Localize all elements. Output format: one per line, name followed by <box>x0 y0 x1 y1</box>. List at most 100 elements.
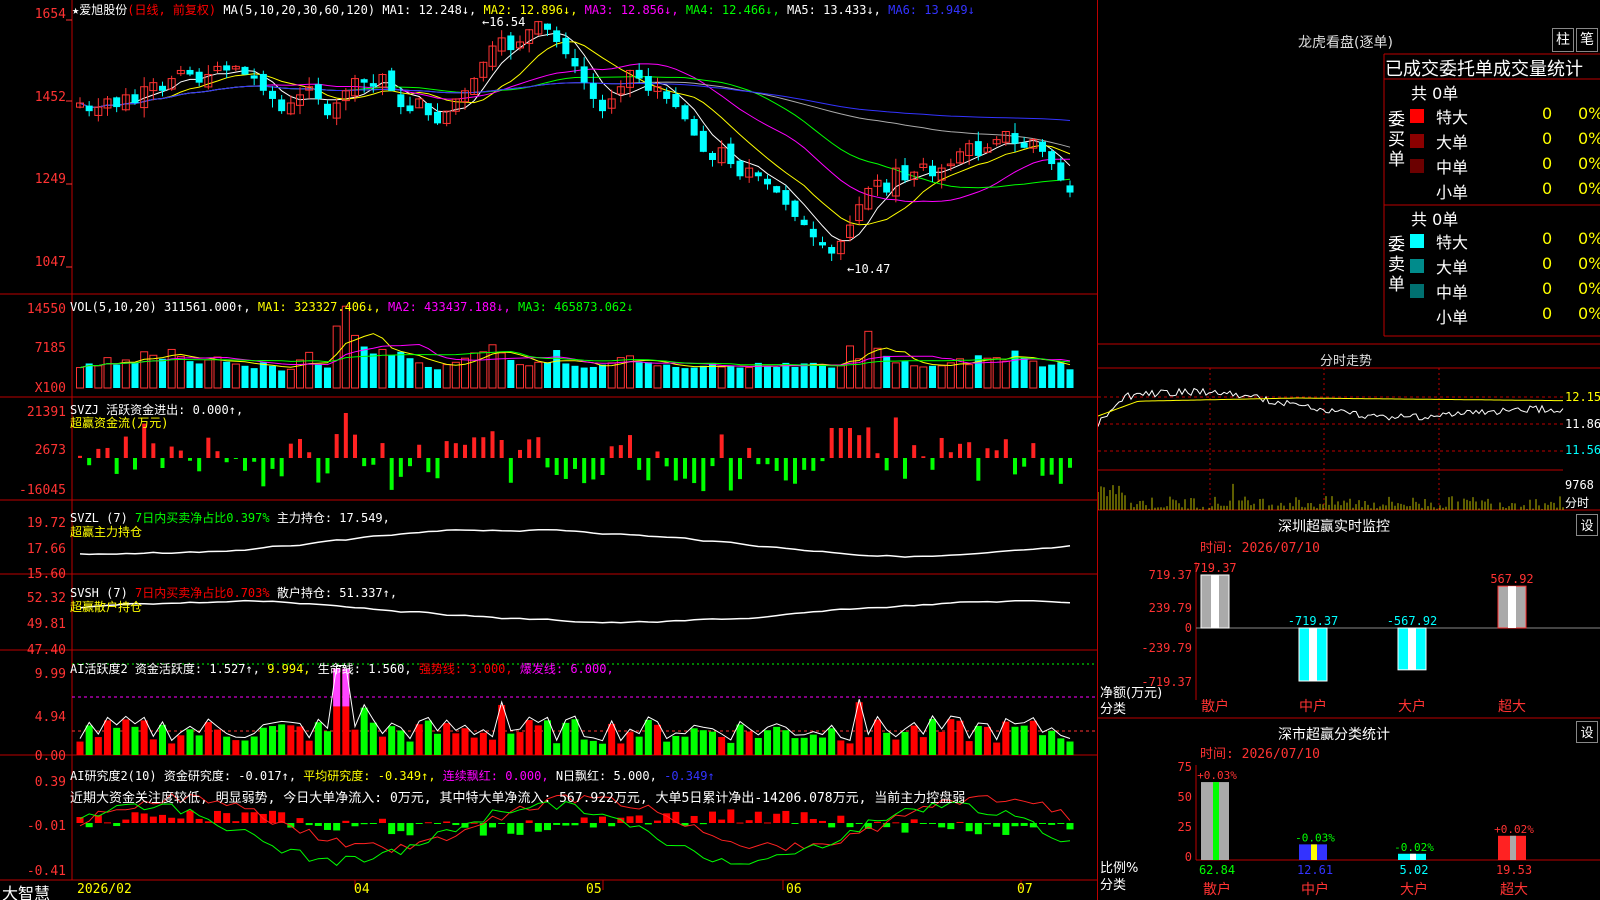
flow-bar <box>197 458 202 472</box>
ma4-line <box>79 76 1071 189</box>
flow-bar <box>802 458 807 470</box>
activity-bar <box>736 724 744 755</box>
flow-bar <box>206 437 211 458</box>
candle-body <box>1057 162 1065 181</box>
activity-bar <box>773 726 781 755</box>
volume-bar <box>819 364 826 388</box>
flow-bar <box>389 458 394 490</box>
ai-active-header: AI活跃度2 资金活跃度: 1.527↑, 9.994, 生命线: 1.560,… <box>70 660 614 677</box>
volume-bar <box>745 367 754 389</box>
monitor-value-label: -719.37 <box>1288 614 1339 628</box>
candle-body <box>764 178 771 185</box>
flow-bar <box>848 428 852 458</box>
flow-bar <box>325 458 330 474</box>
legend-swatch <box>1410 184 1424 198</box>
volume-bar <box>278 370 286 388</box>
main-chart-area[interactable]: ★爱旭股份(日线, 前复权) MA(5,10,20,30,60,120) MA1… <box>0 0 1097 900</box>
flow-bar <box>380 443 385 458</box>
candle-body <box>241 66 249 75</box>
research-line-green <box>79 801 1071 867</box>
flow-bar <box>1040 458 1045 476</box>
research-bar <box>580 817 588 823</box>
class-settings-button[interactable]: 设 <box>1576 721 1598 743</box>
bar-mode-button[interactable]: 柱 <box>1552 28 1574 52</box>
activity-bar <box>938 731 946 755</box>
candle-body <box>507 35 515 51</box>
row-count: 0 <box>1542 154 1553 173</box>
candle-body <box>690 119 698 136</box>
volume-bar <box>544 362 551 388</box>
research-bar <box>415 823 423 824</box>
row-percent: 0% <box>1578 129 1600 148</box>
intraday-avg-line <box>1098 397 1563 417</box>
volume-bar <box>223 361 231 388</box>
volume-bar <box>250 368 258 388</box>
volume-bar <box>727 366 735 388</box>
row-percent: 0% <box>1578 179 1600 198</box>
candle-body <box>406 105 414 112</box>
activity-bar <box>159 724 166 755</box>
research-bar <box>764 822 771 824</box>
intraday-price-label: 12.15 <box>1565 390 1600 404</box>
flow-bar <box>490 431 495 458</box>
flow-bar <box>224 458 229 463</box>
flow-bar <box>169 446 174 458</box>
ma1-value: MA1: 12.248↓, <box>382 3 477 17</box>
row-name: 中单 <box>1436 158 1469 177</box>
flow-bar <box>1068 458 1072 468</box>
class-y-label: 0 <box>1185 850 1192 864</box>
activity-bar <box>910 725 918 755</box>
activity-bar <box>654 724 661 755</box>
ai-research-v4: N日飘红: 5.000, <box>555 769 657 783</box>
activity-bar <box>745 731 753 755</box>
volume-bar <box>571 365 579 388</box>
volume-bar <box>1066 369 1074 388</box>
volume-bar <box>406 358 414 388</box>
research-bar <box>269 810 276 823</box>
flow-bar <box>701 458 706 492</box>
research-bar <box>525 820 533 823</box>
ma5-value: MA5: 13.433↓, <box>786 3 881 17</box>
price-y-label: 1452 <box>34 90 66 105</box>
research-bar <box>1039 823 1046 824</box>
row-count: 0 <box>1542 304 1553 323</box>
stock-name[interactable]: 爱旭股份 <box>79 3 127 17</box>
ai-active-y-label: 9.99 <box>34 667 66 682</box>
monitor-value-label: 567.92 <box>1490 572 1533 586</box>
kline-svg[interactable] <box>0 0 1097 900</box>
candle-body <box>259 73 267 91</box>
row-percent: 0% <box>1578 229 1600 248</box>
candle-body <box>314 84 322 99</box>
class-value-label: 5.02 <box>1400 863 1429 877</box>
intraday-tab-label[interactable]: 分时 <box>1565 494 1589 511</box>
volume-bar <box>186 361 194 388</box>
volume-bar <box>488 344 497 389</box>
activity-bar <box>727 742 735 755</box>
activity-bar <box>489 739 496 755</box>
volume-bar <box>305 351 314 389</box>
research-bar <box>507 823 515 834</box>
tick-mode-button[interactable]: 笔 <box>1576 28 1598 52</box>
monitor-settings-button[interactable]: 设 <box>1576 514 1598 536</box>
flow-bar <box>545 458 550 468</box>
flow-bar <box>554 458 559 475</box>
candle-body <box>562 37 570 55</box>
monitor-time: 时间: 2026/07/10 <box>1200 541 1320 556</box>
research-bar <box>901 823 909 833</box>
volume-bar <box>76 367 84 389</box>
candle-body <box>782 190 790 205</box>
activity-bar <box>324 731 331 755</box>
class-category: 散户 <box>1203 881 1231 898</box>
period-label[interactable]: (日线, 前复权) <box>127 3 216 17</box>
candle-body <box>800 219 808 226</box>
x-axis-label: 2026/02 <box>77 882 132 897</box>
activity-bar <box>461 728 469 755</box>
flow-bar <box>783 458 788 481</box>
research-bar <box>993 823 1001 827</box>
legend-swatch <box>1410 309 1424 323</box>
research-bar <box>855 823 863 824</box>
candle-body <box>360 79 368 83</box>
legend-swatch <box>1410 234 1424 248</box>
flow-bar <box>903 458 907 479</box>
activity-bar <box>104 720 111 755</box>
